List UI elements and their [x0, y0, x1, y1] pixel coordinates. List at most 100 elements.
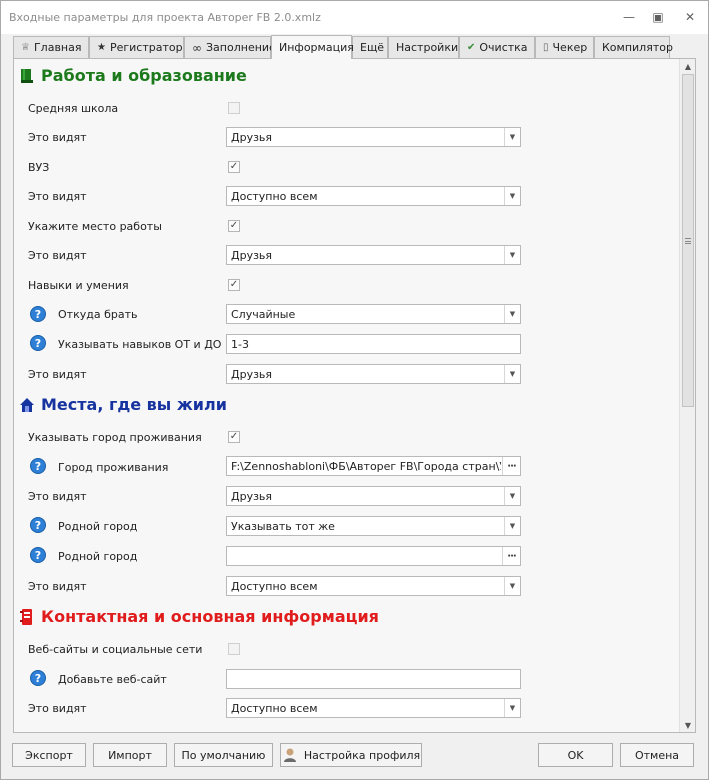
- chevron-down-icon[interactable]: ▼: [504, 305, 520, 323]
- help-icon[interactable]: ?: [30, 547, 46, 563]
- city-label: Город проживания: [58, 461, 169, 474]
- add-website-label: Добавьте веб-сайт: [58, 673, 167, 686]
- chevron-down-icon[interactable]: ▼: [504, 365, 520, 383]
- minimize-icon[interactable]: —: [621, 10, 637, 24]
- university-visibility-select[interactable]: Доступно всем ▼: [226, 186, 521, 206]
- scroll-thumb[interactable]: [682, 74, 694, 407]
- browse-button[interactable]: ···: [502, 457, 520, 475]
- tab-bar: ♕ Главная ★ Регистратор ∞ Заполнение Инф…: [13, 35, 673, 59]
- tab-label: Заполнение: [206, 41, 276, 54]
- button-label: Импорт: [108, 748, 152, 762]
- select-value: Друзья: [231, 249, 273, 262]
- tab-settings[interactable]: Настройки: [388, 36, 459, 58]
- scroll-down-icon[interactable]: ▼: [680, 718, 695, 732]
- city-visibility-select[interactable]: Друзья ▼: [226, 486, 521, 506]
- vertical-scrollbar[interactable]: ▲ ▼: [679, 59, 695, 732]
- browse-button[interactable]: ···: [502, 547, 520, 565]
- school-label: Средняя школа: [28, 102, 119, 115]
- hometown-mode-select[interactable]: Указывать тот же ▼: [226, 516, 521, 536]
- skills-visibility-select[interactable]: Друзья ▼: [226, 364, 521, 384]
- section-places-title: Места, где вы жили: [19, 395, 227, 414]
- help-icon[interactable]: ?: [30, 670, 46, 686]
- grip-icon: [685, 238, 691, 244]
- chevron-down-icon[interactable]: ▼: [504, 517, 520, 535]
- skills-label: Навыки и умения: [28, 279, 129, 292]
- tab-label: Компилятор: [602, 41, 673, 54]
- skills-checkbox[interactable]: ✓: [228, 279, 240, 291]
- work-checkbox[interactable]: ✓: [228, 220, 240, 232]
- chevron-down-icon[interactable]: ▼: [504, 699, 520, 717]
- button-label: Настройка профиля: [303, 748, 421, 762]
- websites-checkbox[interactable]: [228, 643, 240, 655]
- help-icon[interactable]: ?: [30, 517, 46, 533]
- city-flag-label: Указывать город проживания: [28, 431, 202, 444]
- city-visibility-label: Это видят: [28, 490, 87, 503]
- add-website-input[interactable]: [226, 669, 521, 689]
- tab-compiler[interactable]: Компилятор: [594, 36, 673, 58]
- scroll-up-icon[interactable]: ▲: [680, 59, 695, 73]
- close-icon[interactable]: ✕: [682, 10, 698, 24]
- ok-button[interactable]: OK: [538, 743, 613, 767]
- skills-source-select[interactable]: Случайные ▼: [226, 304, 521, 324]
- star-icon: ★: [97, 42, 106, 53]
- skills-source-label: Откуда брать: [58, 308, 138, 321]
- chevron-down-icon[interactable]: ▼: [504, 187, 520, 205]
- help-icon[interactable]: ?: [30, 335, 46, 351]
- section-work-title: Работа и образование: [19, 66, 247, 85]
- hometown-path-input[interactable]: ···: [226, 546, 521, 566]
- university-checkbox[interactable]: ✓: [228, 161, 240, 173]
- maximize-icon[interactable]: ▣: [650, 10, 666, 24]
- skills-visibility-label: Это видят: [28, 368, 87, 381]
- tab-more[interactable]: Ещё: [352, 36, 388, 58]
- export-button[interactable]: Экспорт: [12, 743, 86, 767]
- tab-registrar[interactable]: ★ Регистратор: [89, 36, 184, 58]
- school-visibility-select[interactable]: Друзья ▼: [226, 127, 521, 147]
- check-icon: ✔: [467, 42, 476, 53]
- import-button[interactable]: Импорт: [93, 743, 167, 767]
- profile-settings-button[interactable]: Настройка профиля: [280, 743, 422, 767]
- section-contact-label: Контактная и основная информация: [41, 607, 379, 626]
- websites-visibility-label: Это видят: [28, 702, 87, 715]
- help-icon[interactable]: ?: [30, 458, 46, 474]
- city-path-input[interactable]: F:\Zennoshabloni\ФБ\Авторег FB\Города ст…: [226, 456, 521, 476]
- school-checkbox[interactable]: [228, 102, 240, 114]
- tab-info[interactable]: Информация: [271, 35, 354, 59]
- chevron-down-icon[interactable]: ▼: [504, 577, 520, 595]
- select-value: Друзья: [231, 368, 273, 381]
- phone-icon: ▯: [543, 42, 549, 53]
- infinity-icon: ∞: [192, 40, 202, 55]
- work-label: Укажите место работы: [28, 220, 162, 233]
- tab-label: Настройки: [396, 41, 459, 54]
- university-visibility-label: Это видят: [28, 190, 87, 203]
- chevron-down-icon[interactable]: ▼: [504, 487, 520, 505]
- tab-fill[interactable]: ∞ Заполнение: [184, 36, 276, 58]
- hometown-visibility-select[interactable]: Доступно всем ▼: [226, 576, 521, 596]
- skills-range-input[interactable]: 1-3: [226, 334, 521, 354]
- tab-cleanup[interactable]: ✔ Очистка: [459, 36, 535, 58]
- work-visibility-select[interactable]: Друзья ▼: [226, 245, 521, 265]
- hometown-visibility-label: Это видят: [28, 580, 87, 593]
- select-value: Доступно всем: [231, 190, 318, 203]
- section-places-label: Места, где вы жили: [41, 395, 227, 414]
- city-flag-checkbox[interactable]: ✓: [228, 431, 240, 443]
- hometown-label: Родной город: [58, 550, 138, 563]
- tab-label: Главная: [33, 41, 82, 54]
- work-visibility-label: Это видят: [28, 249, 87, 262]
- crown-icon: ♕: [21, 42, 30, 53]
- tab-label: Очистка: [479, 41, 528, 54]
- checkmark-icon: ✓: [229, 431, 239, 442]
- cancel-button[interactable]: Отмена: [620, 743, 694, 767]
- button-label: По умолчанию: [181, 748, 266, 762]
- book-icon: [19, 67, 35, 85]
- chevron-down-icon[interactable]: ▼: [504, 128, 520, 146]
- help-icon[interactable]: ?: [30, 306, 46, 322]
- chevron-down-icon[interactable]: ▼: [504, 246, 520, 264]
- select-value: Доступно всем: [231, 580, 318, 593]
- select-value: Друзья: [231, 131, 273, 144]
- tab-checker[interactable]: ▯ Чекер: [535, 36, 594, 58]
- checkmark-icon: ✓: [229, 220, 239, 231]
- tab-main[interactable]: ♕ Главная: [13, 36, 89, 58]
- info-panel: Работа и образование Средняя школа Это в…: [13, 58, 696, 733]
- defaults-button[interactable]: По умолчанию: [174, 743, 273, 767]
- websites-visibility-select[interactable]: Доступно всем ▼: [226, 698, 521, 718]
